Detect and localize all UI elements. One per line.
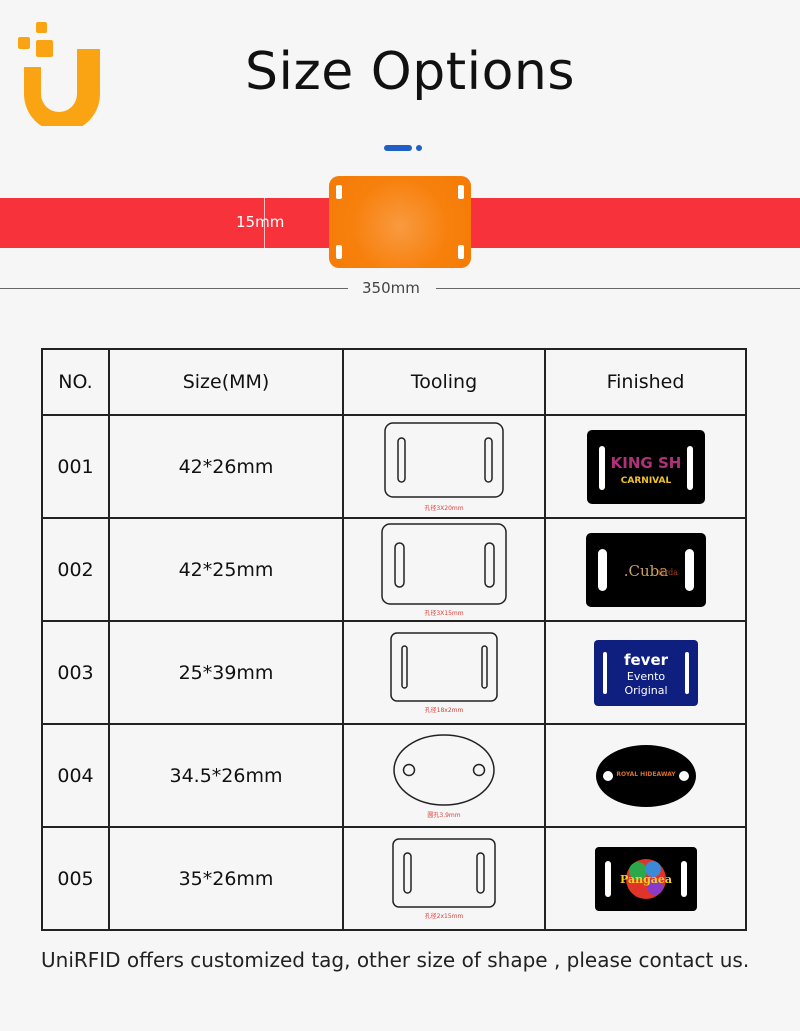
svg-text:rlrda: rlrda — [657, 568, 677, 577]
row-size: 42*26mm — [108, 414, 344, 519]
tag-slot — [458, 185, 464, 199]
row-size: 34.5*26mm — [108, 723, 344, 828]
accent-dot — [416, 145, 422, 151]
row-no: 005 — [41, 826, 110, 931]
length-dimension-line — [436, 288, 800, 289]
tag-slot — [458, 245, 464, 259]
svg-text:KING SH: KING SH — [610, 454, 681, 472]
strap-length-label: 350mm — [362, 279, 420, 297]
finished-cell: ROYAL HIDEAWAY · · · · · · · · — [544, 723, 747, 828]
tooling-oval-drawing — [393, 734, 495, 806]
svg-text:· · · · · · · ·: · · · · · · · · — [638, 780, 652, 784]
finished-tag-royal-hideaway: ROYAL HIDEAWAY · · · · · · · · — [595, 744, 696, 807]
row-size: 25*39mm — [108, 620, 344, 725]
tooling-cell: 孔径3X20mm — [342, 414, 546, 519]
tooling-rectangle-drawing — [390, 632, 498, 702]
footer-note: UniRFID offers customized tag, other siz… — [41, 948, 750, 972]
table-row: 003 25*39mm 孔径18x2mm fever Evento Origin… — [41, 620, 747, 725]
accent-bar — [384, 145, 412, 151]
svg-text:fever: fever — [623, 651, 668, 669]
finished-tag-carnival: KING SH CARNIVAL — [586, 429, 705, 504]
finished-cell: .Cuba rlrda — [544, 517, 747, 622]
finished-tag-fever: fever Evento Original — [593, 639, 698, 706]
page-title: Size Options — [245, 42, 575, 102]
svg-text:CARNIVAL: CARNIVAL — [620, 476, 671, 486]
finished-cell: Pangaea — [544, 826, 747, 931]
finished-cell: fever Evento Original — [544, 620, 747, 725]
svg-text:Pangaea: Pangaea — [619, 873, 671, 886]
tooling-cell: 孔径2x15mm — [342, 826, 546, 931]
row-no: 001 — [41, 414, 110, 519]
row-no: 002 — [41, 517, 110, 622]
header-finished: Finished — [544, 348, 747, 416]
tooling-rectangle-drawing — [384, 422, 504, 498]
tooling-cell: 孔径3X15mm — [342, 517, 546, 622]
table-header-row: NO. Size(MM) Tooling Finished — [41, 348, 747, 416]
svg-text:ROYAL HIDEAWAY: ROYAL HIDEAWAY — [616, 771, 676, 778]
table-row: 004 34.5*26mm 圆孔3.9mm ROYAL HIDEAWAY · ·… — [41, 723, 747, 828]
header-no: NO. — [41, 348, 110, 416]
header-size: Size(MM) — [108, 348, 344, 416]
tooling-caption: 孔径2x15mm — [424, 913, 464, 920]
row-size: 35*26mm — [108, 826, 344, 931]
tooling-caption: 孔径3X20mm — [424, 505, 464, 512]
tooling-caption: 圆孔3.9mm — [427, 812, 461, 819]
row-no: 004 — [41, 723, 110, 828]
tooling-cell: 圆孔3.9mm — [342, 723, 546, 828]
finished-tag-pangaea: Pangaea — [594, 846, 697, 911]
strap-width-label: 15mm — [236, 213, 285, 231]
table-row: 002 42*25mm 孔径3X15mm .Cuba rlrda — [41, 517, 747, 622]
tooling-caption: 孔径18x2mm — [424, 707, 464, 714]
title-accent — [384, 145, 424, 151]
length-dimension-line — [0, 288, 348, 289]
svg-text:Evento: Evento — [626, 670, 665, 683]
tooling-cell: 孔径18x2mm — [342, 620, 546, 725]
wristband-tag — [329, 176, 471, 268]
table-row: 001 42*26mm 孔径3X20mm KING SH CARNIVAL — [41, 414, 747, 519]
tooling-rectangle-drawing — [381, 523, 507, 605]
finished-cell: KING SH CARNIVAL — [544, 414, 747, 519]
row-size: 42*25mm — [108, 517, 344, 622]
header-tooling: Tooling — [342, 348, 546, 416]
svg-text:Original: Original — [624, 684, 667, 697]
size-options-table: NO. Size(MM) Tooling Finished 001 42*26m… — [41, 348, 747, 931]
table-row: 005 35*26mm 孔径2x15mm Pangaea — [41, 826, 747, 931]
tooling-rectangle-drawing — [392, 838, 496, 908]
tag-slot — [336, 245, 342, 259]
finished-tag-cuba: .Cuba rlrda — [585, 532, 706, 607]
tooling-caption: 孔径3X15mm — [424, 610, 464, 617]
row-no: 003 — [41, 620, 110, 725]
tag-slot — [336, 185, 342, 199]
